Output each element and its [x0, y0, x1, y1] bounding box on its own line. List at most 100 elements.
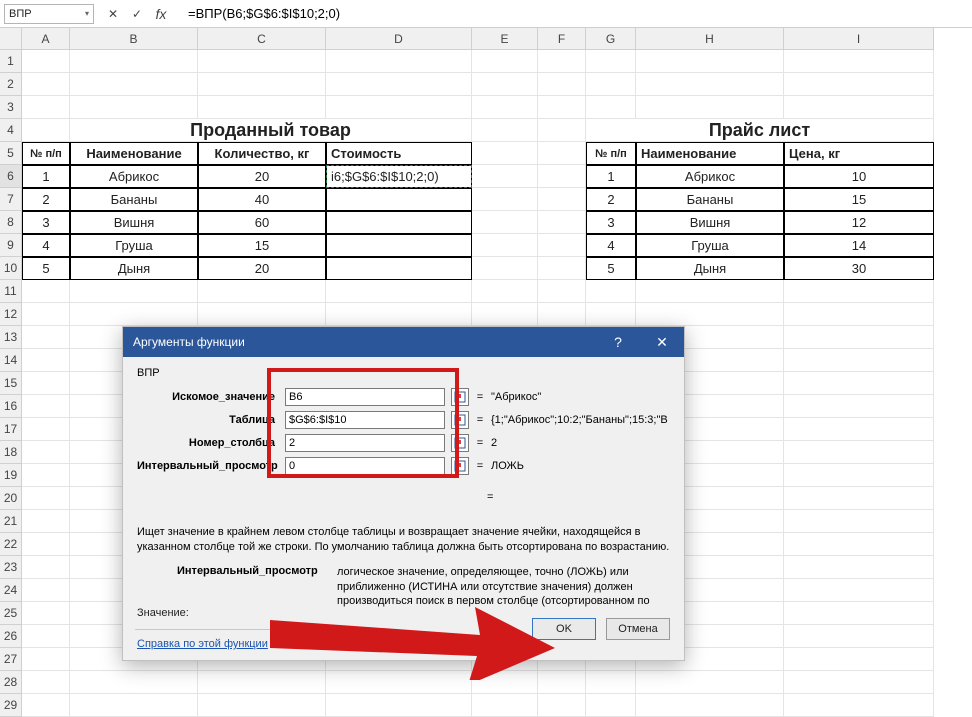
- cell-I1[interactable]: [784, 50, 934, 73]
- cell-G6[interactable]: 1: [586, 165, 636, 188]
- cell-I23[interactable]: [784, 556, 934, 579]
- cell-D2[interactable]: [326, 73, 472, 96]
- cell-A11[interactable]: [22, 280, 70, 303]
- cell-A17[interactable]: [22, 418, 70, 441]
- col-header-E[interactable]: E: [472, 28, 538, 50]
- cell-A13[interactable]: [22, 326, 70, 349]
- row-header-3[interactable]: 3: [0, 96, 22, 119]
- cell-F4[interactable]: [538, 119, 586, 142]
- cell-F5[interactable]: [538, 142, 586, 165]
- cancel-formula-icon[interactable]: ✕: [106, 7, 120, 21]
- cell-I12[interactable]: [784, 303, 934, 326]
- range-picker-icon[interactable]: [451, 411, 469, 429]
- cell-D8[interactable]: [326, 211, 472, 234]
- cell-F10[interactable]: [538, 257, 586, 280]
- cell-E9[interactable]: [472, 234, 538, 257]
- row-header-16[interactable]: 16: [0, 395, 22, 418]
- row-headers[interactable]: 1234567891011121314151617181920212223242…: [0, 50, 22, 717]
- select-all-corner[interactable]: [0, 28, 22, 50]
- cell-I27[interactable]: [784, 648, 934, 671]
- cell-A4[interactable]: [22, 119, 70, 142]
- row-header-6[interactable]: 6: [0, 165, 22, 188]
- help-icon[interactable]: ?: [596, 327, 640, 357]
- cell-A7[interactable]: 2: [22, 188, 70, 211]
- cell-I18[interactable]: [784, 441, 934, 464]
- cell-D12[interactable]: [326, 303, 472, 326]
- cell-I25[interactable]: [784, 602, 934, 625]
- cell-E7[interactable]: [472, 188, 538, 211]
- cell-B9[interactable]: Груша: [70, 234, 198, 257]
- cell-E29[interactable]: [472, 694, 538, 717]
- cell-H6[interactable]: Абрикос: [636, 165, 784, 188]
- row-header-27[interactable]: 27: [0, 648, 22, 671]
- cell-E8[interactable]: [472, 211, 538, 234]
- cell-C9[interactable]: 15: [198, 234, 326, 257]
- dialog-titlebar[interactable]: Аргументы функции ? ✕: [123, 327, 684, 357]
- cell-I13[interactable]: [784, 326, 934, 349]
- cell-F28[interactable]: [538, 671, 586, 694]
- formula-input[interactable]: [180, 4, 968, 24]
- cell-A9[interactable]: 4: [22, 234, 70, 257]
- cell-D1[interactable]: [326, 50, 472, 73]
- cell-I6[interactable]: 10: [784, 165, 934, 188]
- cell-G3[interactable]: [586, 96, 636, 119]
- cell-H11[interactable]: [636, 280, 784, 303]
- cell-A23[interactable]: [22, 556, 70, 579]
- row-header-23[interactable]: 23: [0, 556, 22, 579]
- arg-input-3[interactable]: [285, 457, 445, 475]
- row-header-13[interactable]: 13: [0, 326, 22, 349]
- cell-E12[interactable]: [472, 303, 538, 326]
- help-link[interactable]: Справка по этой функции: [137, 638, 268, 650]
- row-header-11[interactable]: 11: [0, 280, 22, 303]
- row-header-26[interactable]: 26: [0, 625, 22, 648]
- close-icon[interactable]: ✕: [640, 327, 684, 357]
- cell-I20[interactable]: [784, 487, 934, 510]
- cell-H5[interactable]: Наименование: [636, 142, 784, 165]
- row-header-1[interactable]: 1: [0, 50, 22, 73]
- cell-A16[interactable]: [22, 395, 70, 418]
- arg-input-1[interactable]: [285, 411, 445, 429]
- cell-A12[interactable]: [22, 303, 70, 326]
- cell-H10[interactable]: Дыня: [636, 257, 784, 280]
- cell-I21[interactable]: [784, 510, 934, 533]
- cell-C3[interactable]: [198, 96, 326, 119]
- row-header-14[interactable]: 14: [0, 349, 22, 372]
- row-header-15[interactable]: 15: [0, 372, 22, 395]
- chevron-down-icon[interactable]: ▾: [85, 9, 89, 18]
- row-header-4[interactable]: 4: [0, 119, 22, 142]
- cell-F7[interactable]: [538, 188, 586, 211]
- name-box[interactable]: ВПР ▾: [4, 4, 94, 24]
- cell-H8[interactable]: Вишня: [636, 211, 784, 234]
- cell-D5[interactable]: Стоимость: [326, 142, 472, 165]
- cell-I28[interactable]: [784, 671, 934, 694]
- cell-H7[interactable]: Бананы: [636, 188, 784, 211]
- cell-F2[interactable]: [538, 73, 586, 96]
- cell-A27[interactable]: [22, 648, 70, 671]
- cell-A8[interactable]: 3: [22, 211, 70, 234]
- cell-B7[interactable]: Бананы: [70, 188, 198, 211]
- col-header-B[interactable]: B: [70, 28, 198, 50]
- cell-D10[interactable]: [326, 257, 472, 280]
- cell-H3[interactable]: [636, 96, 784, 119]
- cell-A15[interactable]: [22, 372, 70, 395]
- cell-H1[interactable]: [636, 50, 784, 73]
- cell-A19[interactable]: [22, 464, 70, 487]
- row-header-19[interactable]: 19: [0, 464, 22, 487]
- cell-C1[interactable]: [198, 50, 326, 73]
- cell-C6[interactable]: 20: [198, 165, 326, 188]
- arg-input-0[interactable]: [285, 388, 445, 406]
- cell-I19[interactable]: [784, 464, 934, 487]
- cell-B29[interactable]: [70, 694, 198, 717]
- col-header-G[interactable]: G: [586, 28, 636, 50]
- cell-G11[interactable]: [586, 280, 636, 303]
- range-picker-icon[interactable]: [451, 457, 469, 475]
- cell-A14[interactable]: [22, 349, 70, 372]
- cell-B28[interactable]: [70, 671, 198, 694]
- cell-A28[interactable]: [22, 671, 70, 694]
- cell-B6[interactable]: Абрикос: [70, 165, 198, 188]
- cell-A5[interactable]: № п/п: [22, 142, 70, 165]
- cell-B4[interactable]: Проданный товар: [70, 119, 472, 142]
- row-header-9[interactable]: 9: [0, 234, 22, 257]
- cell-E11[interactable]: [472, 280, 538, 303]
- cell-A2[interactable]: [22, 73, 70, 96]
